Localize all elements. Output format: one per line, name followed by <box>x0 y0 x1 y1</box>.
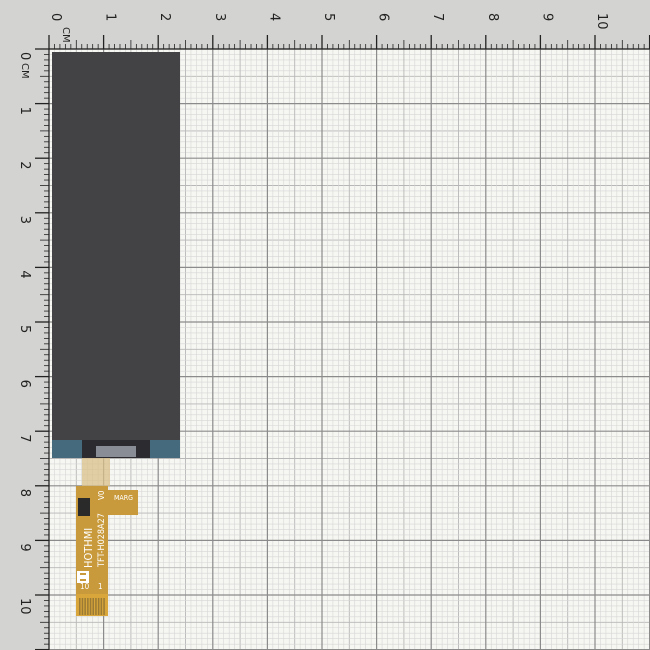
top-ruler-number: 5 <box>321 13 336 21</box>
left-ruler-number: 5 <box>17 325 32 333</box>
panel-edge-left <box>52 440 82 458</box>
top-ruler-number: 7 <box>430 13 445 21</box>
flex-component-1 <box>78 498 90 516</box>
flex-pin <box>79 598 81 615</box>
flex-stamp-label: MARG <box>114 494 133 502</box>
photo-scene: 01234567891011 01234567891011 CM CM HOTH… <box>0 0 650 650</box>
top-ruler-number: 9 <box>539 13 554 21</box>
top-ruler-number: 2 <box>157 13 172 21</box>
top-ruler-number: 6 <box>376 13 391 21</box>
top-ruler-number: 4 <box>266 13 281 21</box>
flex-pin <box>81 598 84 615</box>
left-ruler-number: 8 <box>17 489 32 497</box>
flex-pin <box>92 598 94 615</box>
driver-ic <box>96 446 136 457</box>
hothmi-logo-mark <box>80 573 86 575</box>
hothmi-logo-mark-2 <box>80 579 86 581</box>
flex-pin-start-label: 10 <box>80 582 90 591</box>
top-unit-label: CM <box>60 27 71 43</box>
flex-pin <box>87 598 89 615</box>
flex-pin <box>89 598 92 615</box>
flex-model-label: TFT-H028A27 <box>97 513 107 568</box>
left-ruler-number: 4 <box>17 270 32 278</box>
flex-pin-end-label: 1 <box>98 582 103 591</box>
flex-pin <box>95 598 97 615</box>
top-ruler-number: 8 <box>485 13 500 21</box>
left-ruler-number: 7 <box>17 434 32 442</box>
left-ruler-number: 10 <box>17 598 32 615</box>
panel-edge-right <box>150 440 180 458</box>
top-ruler-number: 0 <box>48 13 63 21</box>
left-ruler-number: 2 <box>17 161 32 169</box>
flex-brand-label: HOTHMI <box>82 528 95 568</box>
left-unit-label: CM <box>19 63 30 79</box>
left-ruler-number: 1 <box>17 107 32 115</box>
left-ruler-number: 6 <box>17 380 32 388</box>
flex-version-label: V0 <box>97 490 106 500</box>
flex-pin <box>84 598 86 615</box>
flex-pin <box>97 598 100 615</box>
tft-display-module <box>52 52 180 458</box>
flex-pin <box>100 598 103 615</box>
left-ruler-number: 9 <box>17 543 32 551</box>
lcd-active-area <box>52 52 180 440</box>
flex-pin <box>103 598 105 615</box>
left-ruler-number: 3 <box>17 216 32 224</box>
flex-neck <box>82 458 110 486</box>
flex-contact-area <box>76 594 108 616</box>
top-ruler-number: 3 <box>212 13 227 21</box>
top-ruler-number: 1 <box>103 13 118 21</box>
top-ruler-number: 10 <box>594 13 609 30</box>
left-ruler-number: 0 <box>17 52 32 60</box>
